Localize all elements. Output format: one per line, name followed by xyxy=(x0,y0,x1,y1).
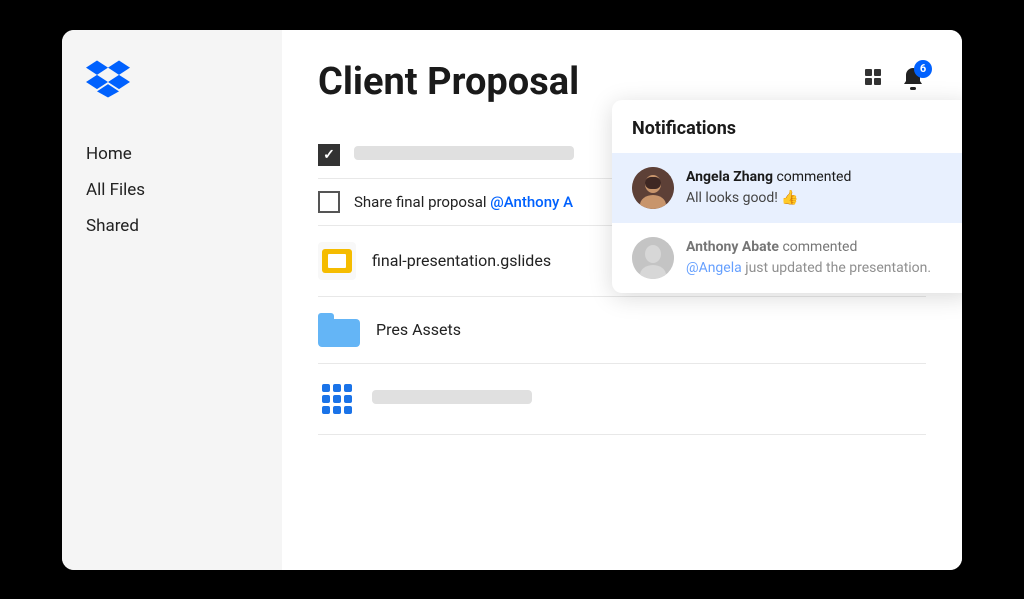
slides-square-icon xyxy=(322,249,352,273)
list-item[interactable]: Pres Assets xyxy=(318,297,926,364)
sidebar: Home All Files Shared xyxy=(62,30,282,570)
notification-badge: 6 xyxy=(914,60,932,78)
notifications-title: Notifications xyxy=(612,100,962,153)
page-title: Client Proposal xyxy=(318,60,579,104)
sidebar-item-home[interactable]: Home xyxy=(86,138,258,170)
slides-file-icon xyxy=(318,242,356,280)
app-container: Home All Files Shared Client Proposal xyxy=(62,30,962,570)
grid-view-icon[interactable] xyxy=(864,68,886,95)
avatar xyxy=(632,237,674,279)
notification-item[interactable]: Angela Zhang commented All looks good! 👍 xyxy=(612,153,962,223)
notifications-bell[interactable]: 6 xyxy=(900,66,926,98)
checkmark-icon: ✓ xyxy=(323,147,335,163)
checkbox-checked[interactable]: ✓ xyxy=(318,144,340,166)
main-header: Client Proposal xyxy=(318,60,926,104)
folder-file-icon xyxy=(318,313,360,347)
task-text: Share final proposal @Anthony A xyxy=(354,193,573,211)
notification-item[interactable]: Anthony Abate commented @Angela just upd… xyxy=(612,223,962,293)
notification-text: Angela Zhang commented All looks good! 👍 xyxy=(686,167,952,209)
notification-action: commented xyxy=(776,169,851,185)
file-name-placeholder xyxy=(372,389,532,408)
task-mention: @Anthony A xyxy=(490,193,573,211)
sidebar-item-all-files[interactable]: All Files xyxy=(86,174,258,206)
notification-mention: @Angela xyxy=(686,260,742,276)
main-content: Client Proposal xyxy=(282,30,962,570)
task-label-text: Share final proposal xyxy=(354,193,490,211)
notifications-panel: Notifications Angela Zhang commented All… xyxy=(612,100,962,293)
sidebar-logo xyxy=(86,60,258,102)
sidebar-navigation: Home All Files Shared xyxy=(86,138,258,242)
notification-body: @Angela just updated the presentation. xyxy=(686,258,952,279)
notification-user: Anthony Abate xyxy=(686,239,779,255)
header-actions: 6 xyxy=(864,66,926,98)
task-label-placeholder xyxy=(354,146,574,164)
avatar xyxy=(632,167,674,209)
list-item[interactable] xyxy=(318,364,926,435)
checkbox-empty[interactable] xyxy=(318,191,340,213)
grid-file-icon xyxy=(318,380,356,418)
sidebar-item-shared[interactable]: Shared xyxy=(86,210,258,242)
notification-body: All looks good! 👍 xyxy=(686,188,952,209)
notification-user: Angela Zhang xyxy=(686,169,773,185)
file-name: final-presentation.gslides xyxy=(372,251,551,270)
notification-action: commented xyxy=(782,239,857,255)
notification-text: Anthony Abate commented @Angela just upd… xyxy=(686,237,952,279)
dropbox-logo-icon[interactable] xyxy=(86,60,258,102)
file-name: Pres Assets xyxy=(376,320,461,339)
notification-body-suffix: just updated the presentation. xyxy=(742,260,931,276)
